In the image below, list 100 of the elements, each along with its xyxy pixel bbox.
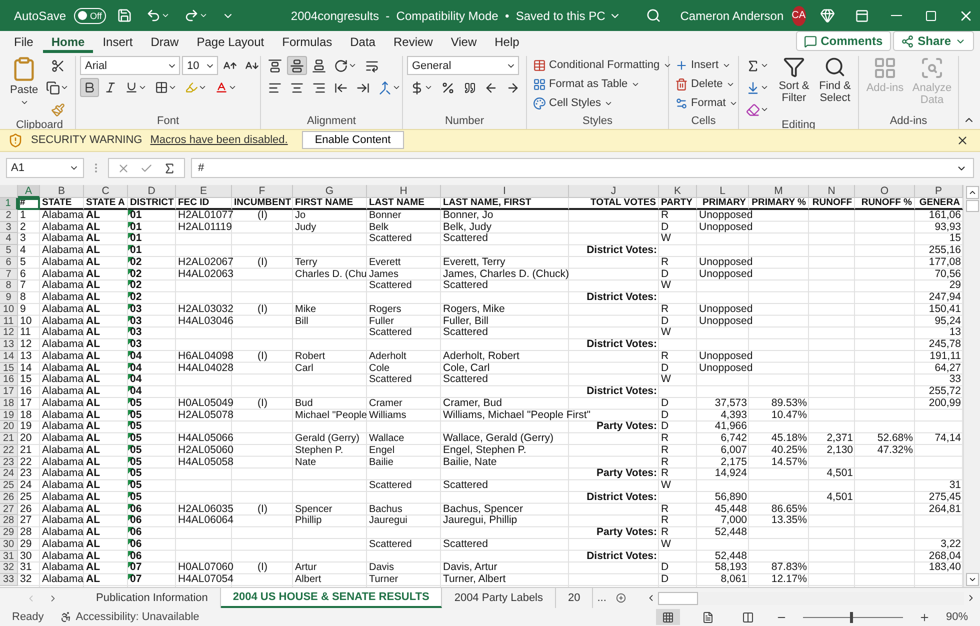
row-header[interactable]: 9 — [0, 292, 18, 304]
row-header[interactable]: 4 — [0, 233, 18, 246]
cells-button[interactable]: Insert — [673, 56, 740, 74]
row-header[interactable]: 13 — [0, 339, 18, 351]
sheet-tab[interactable]: 2004 US HOUSE & SENATE RESULTS — [220, 588, 442, 608]
cells-button[interactable]: Delete — [673, 75, 740, 93]
row-header[interactable]: 3 — [0, 222, 18, 234]
column-header[interactable]: F — [232, 184, 293, 198]
row-header[interactable]: 28 — [0, 515, 18, 528]
column-header[interactable]: G — [293, 184, 367, 198]
row-header[interactable]: 29 — [0, 527, 18, 539]
column-header[interactable]: C — [84, 184, 128, 198]
menu-tab[interactable]: Page Layout — [188, 32, 272, 53]
column-header[interactable]: O — [855, 184, 915, 198]
row-header[interactable]: 18 — [0, 398, 18, 410]
row-header[interactable]: 15 — [0, 362, 18, 374]
enable-content-button[interactable]: Enable Content — [302, 131, 404, 150]
styles-button[interactable]: Format as Table — [531, 75, 674, 93]
formula-field[interactable]: # — [191, 158, 974, 178]
row-header[interactable]: 6 — [0, 256, 18, 269]
font-name-field[interactable]: Arial — [80, 56, 180, 75]
more-tabs-button[interactable]: ... — [593, 592, 610, 604]
column-header[interactable]: M — [749, 184, 809, 198]
column-header[interactable]: J — [569, 184, 659, 198]
styles-button[interactable]: Conditional Formatting — [531, 56, 674, 74]
column-header[interactable]: K — [659, 184, 697, 198]
editing-button[interactable]: Sort & Filter — [775, 56, 813, 104]
column-header[interactable]: A — [18, 184, 40, 198]
scroll-down-button[interactable] — [966, 573, 978, 586]
row-header[interactable]: 24 — [0, 468, 18, 480]
vertical-scrollbar[interactable] — [963, 184, 980, 588]
warning-message-link[interactable]: Macros have been disabled. — [150, 134, 288, 146]
accessibility-status[interactable]: Accessibility: Unavailable — [60, 611, 200, 624]
view-button[interactable] — [656, 609, 680, 626]
row-header[interactable]: 1 — [0, 198, 18, 210]
font-size-field[interactable]: 10 — [182, 56, 218, 75]
column-header[interactable]: D — [128, 184, 176, 198]
row-header[interactable]: 31 — [0, 550, 18, 562]
zoom-level[interactable]: 90% — [946, 611, 968, 624]
menu-tab[interactable]: Formulas — [274, 32, 340, 53]
column-header[interactable]: L — [697, 184, 749, 198]
menu-tab[interactable]: Review — [385, 32, 441, 53]
row-header[interactable]: 14 — [0, 350, 18, 363]
row-header[interactable]: 19 — [0, 410, 18, 422]
row-header[interactable]: 23 — [0, 456, 18, 468]
row-header[interactable]: 16 — [0, 374, 18, 386]
column-header[interactable]: N — [809, 184, 855, 198]
insert-function-icon[interactable] — [163, 162, 176, 175]
document-title[interactable]: 2004congresults - Compatibility Mode • Saved to this PC — [284, 8, 628, 24]
row-header[interactable]: 30 — [0, 538, 18, 551]
row-header[interactable]: 26 — [0, 492, 18, 504]
autosave-toggle[interactable]: Off — [74, 8, 106, 24]
scrollbar-thumb[interactable] — [966, 200, 978, 212]
row-header[interactable]: 12 — [0, 327, 18, 340]
row-header[interactable]: 21 — [0, 433, 18, 445]
column-header[interactable]: E — [176, 184, 232, 198]
styles-button[interactable]: Cell Styles — [531, 94, 674, 112]
column-header[interactable]: P — [915, 184, 963, 198]
scroll-up-button[interactable] — [966, 186, 978, 199]
column-header[interactable]: H — [367, 184, 441, 198]
row-header[interactable]: 22 — [0, 444, 18, 457]
row-header[interactable]: 25 — [0, 480, 18, 492]
column-header[interactable]: B — [40, 184, 84, 198]
row-header[interactable]: 33 — [0, 574, 18, 586]
bold-button[interactable] — [80, 78, 99, 97]
slider-thumb[interactable] — [850, 612, 853, 623]
menu-tab[interactable]: File — [6, 32, 42, 53]
menu-tab[interactable]: Insert — [94, 32, 141, 53]
scrollbar-thumb[interactable] — [658, 592, 698, 605]
cells-button[interactable]: Format — [673, 94, 740, 112]
zoom-in-icon[interactable] — [918, 612, 930, 623]
menu-tab[interactable]: Home — [43, 32, 93, 53]
column-header[interactable]: I — [441, 184, 569, 198]
comments-button[interactable]: Comments — [796, 31, 891, 51]
table-cell-text: Alabama — [41, 280, 84, 292]
menu-tab[interactable]: Data — [342, 32, 384, 53]
row-header[interactable]: 10 — [0, 304, 18, 316]
share-button[interactable]: Share — [892, 31, 974, 51]
user-avatar[interactable]: CA — [792, 6, 806, 26]
row-header[interactable]: 27 — [0, 504, 18, 516]
table-cell-text: H2AL01119 — [177, 222, 232, 234]
sheet-tab[interactable]: 20 — [556, 588, 594, 608]
row-header[interactable]: 5 — [0, 245, 18, 257]
menu-tab[interactable]: Help — [486, 32, 528, 53]
menu-tab[interactable]: View — [442, 32, 485, 53]
menu-tab[interactable]: Draw — [142, 32, 187, 53]
name-box[interactable]: A1 — [6, 158, 84, 178]
row-header[interactable]: 8 — [0, 280, 18, 292]
row-header[interactable]: 7 — [0, 268, 18, 280]
row-header[interactable]: 17 — [0, 386, 18, 398]
middle-align-button[interactable] — [287, 56, 307, 75]
row-header[interactable]: 2 — [0, 210, 18, 222]
row-header[interactable]: 11 — [0, 316, 18, 328]
cancel-icon[interactable] — [117, 162, 130, 175]
row-header[interactable]: 20 — [0, 421, 18, 434]
sheet-tab[interactable]: 2004 Party Labels — [442, 588, 556, 608]
number-format-field[interactable]: General — [407, 56, 519, 75]
paste-button[interactable]: Paste — [8, 56, 40, 107]
editing-button[interactable]: Find & Select — [816, 56, 854, 104]
row-header[interactable]: 32 — [0, 562, 18, 574]
